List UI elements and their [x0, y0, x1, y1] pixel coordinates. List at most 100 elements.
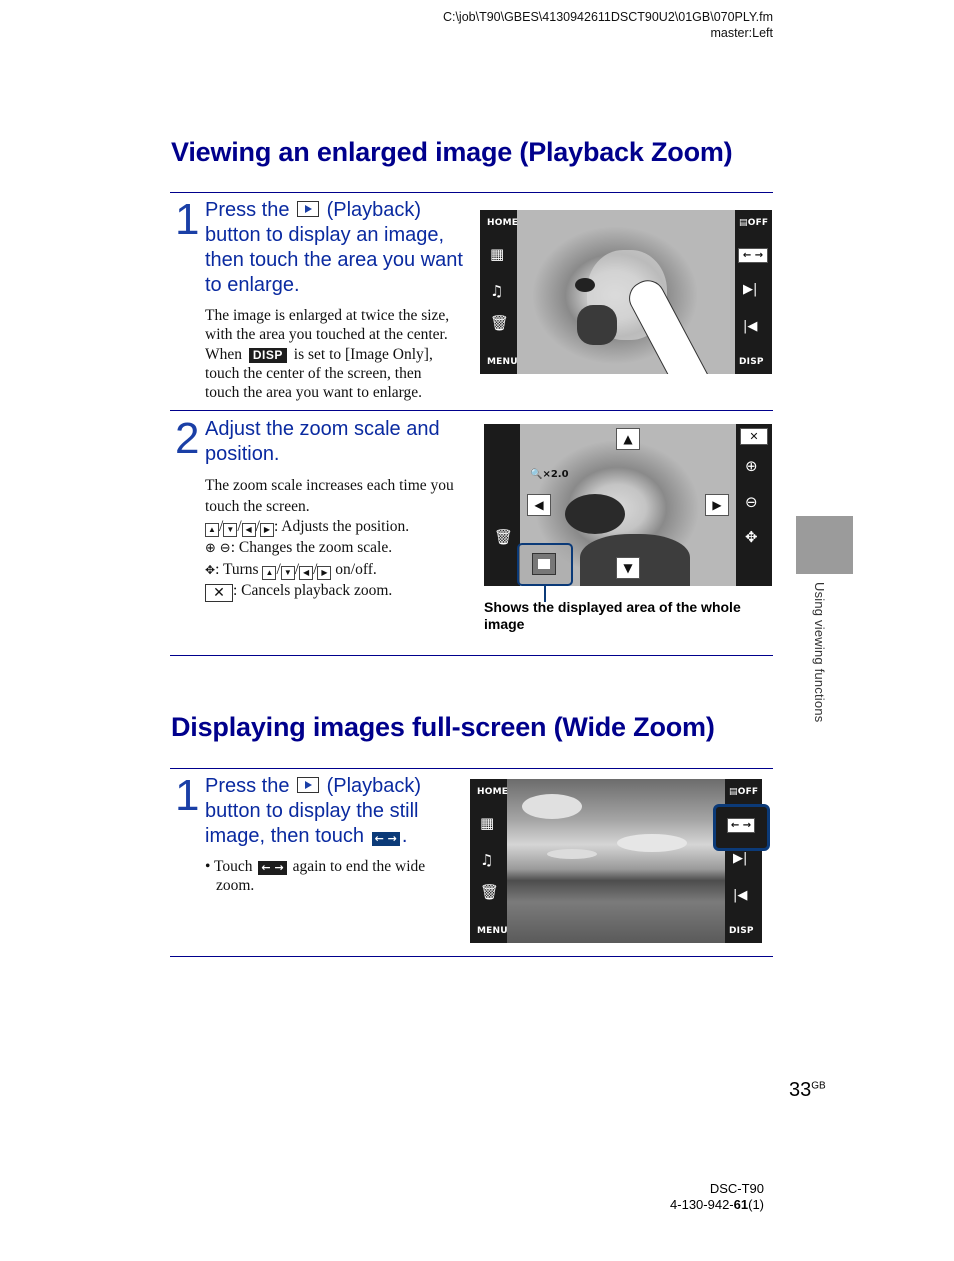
- right-icon: ▶: [259, 523, 274, 538]
- pan-right-button[interactable]: ▶: [705, 494, 729, 516]
- divider: [170, 956, 773, 957]
- text: then touch the area you want: [205, 249, 463, 271]
- text: button to display the still: [205, 800, 419, 822]
- pan-up-button[interactable]: ▲: [616, 428, 640, 450]
- wide-zoom-highlight: ← →: [713, 804, 770, 851]
- text: (Playback): [326, 775, 422, 797]
- text: ×2.0: [542, 469, 569, 480]
- text: 61: [733, 1197, 749, 1212]
- text: When: [205, 345, 243, 363]
- wide-zoom-button[interactable]: ← →: [727, 818, 755, 833]
- right-icon: ▶: [317, 565, 332, 580]
- arrows-toggle-icon[interactable]: ✥: [745, 530, 758, 545]
- disp-button: DISP: [739, 357, 764, 367]
- part-number: 4-130-942-61(1): [670, 1197, 764, 1213]
- next-icon: ▶|: [743, 282, 758, 297]
- text: Adjust the zoom scale and: [205, 418, 440, 440]
- zoom-out-icon[interactable]: ⊖: [745, 495, 758, 510]
- text: : Turns: [215, 560, 259, 578]
- text: The zoom scale increases each time you: [205, 477, 454, 494]
- dog-photo: [517, 210, 735, 374]
- navigator-thumbnail: [517, 543, 573, 586]
- navigator-frame: [532, 553, 556, 575]
- text: on/off.: [335, 560, 377, 578]
- up-icon: ▲: [262, 565, 277, 580]
- text: .: [401, 825, 408, 847]
- chapter-tab: [796, 516, 853, 574]
- slideshow-icon: ♫: [490, 282, 504, 300]
- grid-icon: ▤: [739, 218, 748, 228]
- playback-icon: [297, 777, 320, 793]
- text: : Cancels playback zoom.: [233, 581, 393, 599]
- magnifier-icon: 🔍: [530, 469, 543, 480]
- wide-zoom-icon: ← →: [371, 832, 400, 846]
- delete-icon: 🗑: [494, 528, 514, 546]
- zoom-out-icon: ⊖: [219, 541, 231, 557]
- camera-screen-zoomed: ▲ ◀ ▶ ▼ 🔍×2.0 🗑 ✕ ⊕ ⊖ ✥: [484, 424, 772, 586]
- displayed-area-marker: [538, 559, 550, 569]
- step-description: The image is enlarged at twice the size,…: [205, 306, 480, 402]
- section-title-wide-zoom: Displaying images full-screen (Wide Zoom…: [171, 712, 715, 742]
- text: • Touch: [205, 858, 253, 875]
- step-number: 1: [175, 771, 200, 820]
- step-number: 1: [175, 195, 200, 244]
- navigator-caption: Shows the displayed area of the whole im…: [484, 599, 741, 632]
- home-button: HOME: [487, 218, 519, 228]
- text: zoom.: [216, 877, 255, 895]
- up-icon: ▲: [205, 523, 219, 538]
- playback-icon: [297, 201, 320, 217]
- landscape-photo: [507, 779, 725, 943]
- file-path: C:\job\T90\GBES\4130942611DSCT90U2\01GB\…: [442, 10, 773, 24]
- delete-icon: 🗑: [490, 314, 510, 332]
- text: touch the area you want to enlarge.: [205, 384, 423, 402]
- text: button to display an image,: [205, 224, 445, 246]
- step-instruction: Adjust the zoom scale and position.: [205, 417, 480, 467]
- pan-left-button[interactable]: ◀: [527, 494, 551, 516]
- down-icon: ▼: [280, 565, 295, 580]
- text: 33: [789, 1079, 812, 1101]
- previous-icon: |◀: [733, 888, 748, 903]
- index-icon: ▦: [480, 814, 495, 832]
- step-description: The zoom scale increases each time you t…: [205, 476, 480, 602]
- section-title-playback-zoom: Viewing an enlarged image (Playback Zoom…: [171, 137, 733, 167]
- pan-down-button[interactable]: ▼: [616, 557, 640, 579]
- wide-zoom-icon: ← →: [258, 861, 287, 875]
- delete-icon: 🗑: [480, 883, 500, 901]
- step-instruction: Press the (Playback) button to display a…: [205, 198, 480, 298]
- divider: [170, 768, 773, 769]
- wide-zoom-icon: ← →: [738, 248, 768, 263]
- disp-button: DISP: [729, 926, 754, 936]
- text: is set to [Image Only],: [293, 345, 433, 363]
- text: Press the: [205, 775, 290, 797]
- text: The image is enlarged at twice the size,: [205, 307, 450, 324]
- step-instruction: Press the (Playback) button to display t…: [205, 774, 470, 849]
- page-number: 33GB: [789, 1079, 826, 1102]
- text: 4-130-942-: [670, 1197, 734, 1212]
- text: GB: [811, 1080, 826, 1092]
- file-path-header: C:\job\T90\GBES\4130942611DSCT90U2\01GB\…: [443, 9, 773, 41]
- text: : Adjusts the position.: [273, 518, 410, 536]
- zoom-indicator: 🔍×2.0: [530, 469, 569, 480]
- text: touch the center of the screen, then: [205, 364, 422, 382]
- down-icon: ▼: [223, 523, 238, 538]
- text: position.: [205, 443, 280, 465]
- text: : Changes the zoom scale.: [230, 539, 393, 557]
- close-zoom-button[interactable]: ✕: [740, 428, 768, 445]
- text: again to end the wide: [292, 858, 426, 875]
- step-number: 2: [175, 414, 200, 463]
- divider: [170, 410, 773, 411]
- zoom-in-icon[interactable]: ⊕: [745, 459, 758, 474]
- chapter-label: Using viewing functions: [812, 582, 827, 723]
- zoom-in-icon: ⊕: [205, 541, 216, 557]
- disp-icon: DISP: [248, 347, 287, 363]
- grid-icon: ▤: [729, 787, 738, 797]
- off-button: ▤OFF: [739, 218, 768, 228]
- arrows-toggle-icon: ✥: [205, 562, 216, 577]
- cancel-icon: ✕: [205, 583, 233, 602]
- home-button: HOME: [477, 787, 509, 797]
- next-icon: ▶|: [733, 851, 748, 866]
- text: to enlarge.: [205, 274, 300, 296]
- model-number: DSC-T90: [709, 1181, 764, 1196]
- text: image, then touch: [205, 825, 364, 847]
- menu-button: MENU: [487, 357, 518, 367]
